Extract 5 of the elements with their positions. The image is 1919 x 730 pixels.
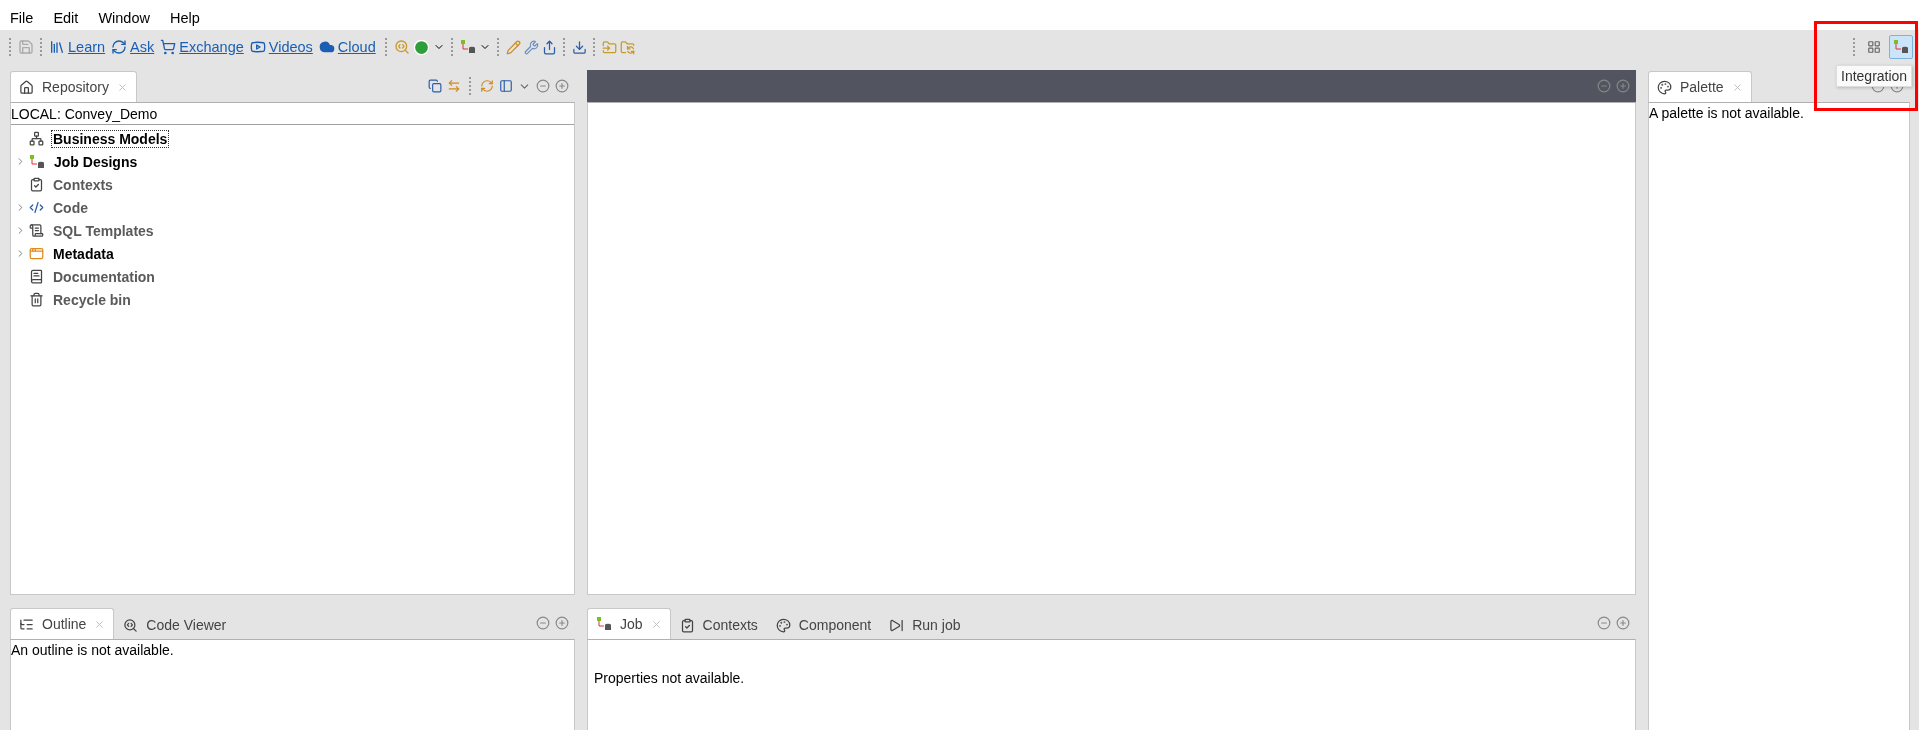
properties-message: Properties not available. — [593, 669, 746, 686]
palette-message: A palette is not available. — [1649, 104, 1805, 121]
outline-message: An outline is not available. — [11, 641, 175, 658]
tooltip: Integration — [1836, 65, 1913, 87]
project-label: LOCAL: Convey_Demo — [11, 103, 574, 125]
